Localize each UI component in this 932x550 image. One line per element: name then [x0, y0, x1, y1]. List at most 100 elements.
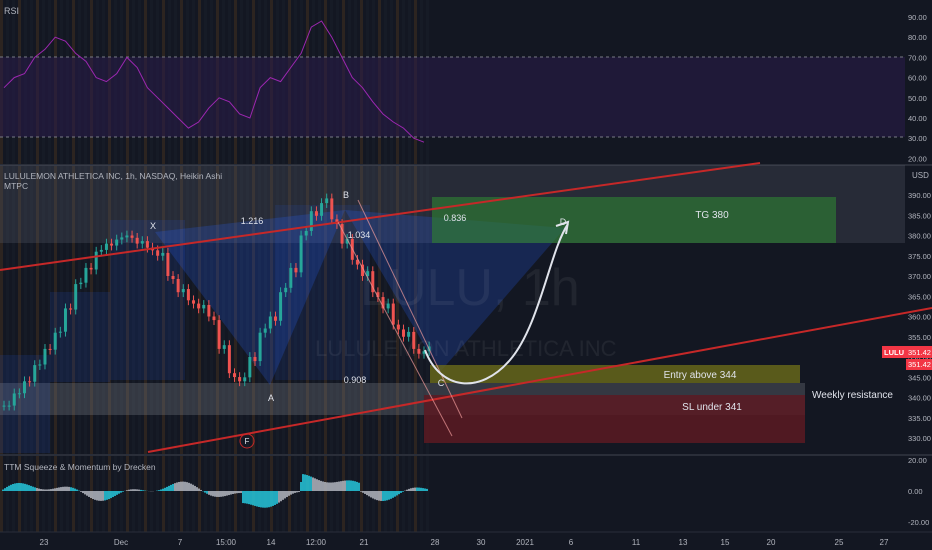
time-tick: 11 — [632, 538, 641, 547]
momentum-bar — [24, 483, 26, 491]
momentum-bar — [334, 482, 336, 491]
momentum-bar — [134, 489, 136, 491]
price-tick: 365.00 — [908, 292, 931, 301]
momentum-bar — [184, 481, 186, 491]
momentum-bar — [4, 488, 6, 491]
price-tag-value: 351.42 — [908, 348, 931, 357]
momentum-bar — [50, 489, 52, 491]
momentum-bar — [54, 488, 56, 491]
momentum-bar — [230, 491, 232, 495]
momentum-bar — [188, 482, 190, 491]
candle-body — [268, 316, 272, 329]
momentum-bar — [380, 491, 382, 501]
momentum-bar — [270, 491, 272, 507]
point-b-label: B — [343, 190, 349, 200]
price-tag-value-2: 351.42 — [908, 360, 931, 369]
price-tick: 345.00 — [908, 373, 931, 382]
momentum-bar — [102, 491, 104, 501]
momentum-bar — [208, 491, 210, 495]
momentum-bar — [338, 481, 340, 491]
momentum-bar — [288, 491, 290, 496]
indicator-title: MTPC — [4, 181, 28, 191]
momentum-bar — [158, 490, 160, 491]
momentum-bar — [64, 486, 66, 491]
rsi-tick: 30.00 — [908, 134, 927, 143]
momentum-bar — [48, 489, 50, 491]
candle-body — [181, 289, 185, 293]
candle-body — [273, 316, 277, 321]
ratio-xb: 1.216 — [241, 216, 264, 226]
momentum-bar — [424, 488, 426, 491]
momentum-bar — [240, 491, 242, 493]
momentum-bar — [132, 489, 134, 491]
momentum-bar — [116, 491, 118, 495]
candle-body — [53, 332, 57, 350]
momentum-bar — [276, 491, 278, 504]
momentum-bar — [216, 491, 218, 497]
candle-body — [386, 303, 390, 309]
candle-body — [115, 239, 119, 246]
candle-body — [63, 308, 67, 332]
momentum-bar — [72, 487, 74, 491]
candle-body — [238, 377, 242, 382]
momentum-bar — [138, 489, 140, 491]
momentum-bar — [164, 487, 166, 491]
candle-body — [130, 235, 134, 238]
momentum-bar — [248, 491, 250, 505]
candle-body — [407, 331, 411, 337]
momentum-bar — [18, 482, 20, 491]
price-tag-symbol: LULU — [884, 348, 904, 357]
momentum-bar — [264, 491, 266, 508]
main-title: LULULEMON ATHLETICA INC, 1h, NASDAQ, Hei… — [4, 171, 222, 181]
rsi-tick: 40.00 — [908, 114, 927, 123]
momentum-bar — [324, 481, 326, 491]
momentum-bar — [352, 480, 354, 491]
momentum-bar — [194, 485, 196, 491]
momentum-bar — [368, 491, 370, 497]
momentum-bar — [366, 491, 368, 496]
momentum-bar — [44, 489, 46, 491]
candle-body — [74, 284, 78, 310]
momentum-bar — [360, 491, 362, 492]
momentum-bar — [228, 491, 230, 496]
ratio-bd: 1.034 — [348, 230, 371, 240]
momentum-bar — [82, 491, 84, 494]
candle-body — [22, 381, 26, 394]
momentum-bar — [190, 483, 192, 491]
momentum-bar — [22, 483, 24, 491]
momentum-bar — [104, 491, 106, 501]
momentum-bar — [94, 491, 96, 500]
momentum-bar — [166, 486, 168, 491]
candle-body — [99, 249, 103, 252]
momentum-bar — [340, 481, 342, 491]
candle-body — [253, 357, 257, 362]
momentum-bar — [382, 491, 384, 501]
candle-body — [263, 328, 267, 333]
candle-body — [309, 211, 313, 231]
momentum-bar — [172, 483, 174, 491]
rsi-tick: 70.00 — [908, 53, 927, 62]
candle-body — [110, 243, 114, 246]
momentum-bar — [34, 487, 36, 491]
momentum-bar — [410, 488, 412, 491]
rsi-tick: 60.00 — [908, 74, 927, 83]
momentum-bar — [232, 491, 234, 494]
momentum-bar — [8, 485, 10, 491]
stop-box — [424, 395, 805, 443]
momentum-bar — [412, 487, 414, 491]
momentum-bar — [284, 491, 286, 499]
time-tick: 6 — [569, 538, 574, 547]
momentum-bar — [402, 491, 404, 492]
time-tick: 21 — [360, 538, 369, 547]
momentum-bar — [256, 491, 258, 507]
point-c-label: C — [438, 378, 445, 388]
point-f-label: F — [245, 437, 250, 446]
weekly-resistance-label: Weekly resistance — [812, 390, 893, 401]
momentum-bar — [420, 487, 422, 491]
momentum-bar — [308, 475, 310, 491]
momentum-bar — [62, 486, 64, 491]
rsi-tick: 20.00 — [908, 154, 927, 163]
momentum-bar — [332, 482, 334, 491]
rsi-band — [0, 57, 905, 137]
candle-body — [94, 251, 98, 270]
